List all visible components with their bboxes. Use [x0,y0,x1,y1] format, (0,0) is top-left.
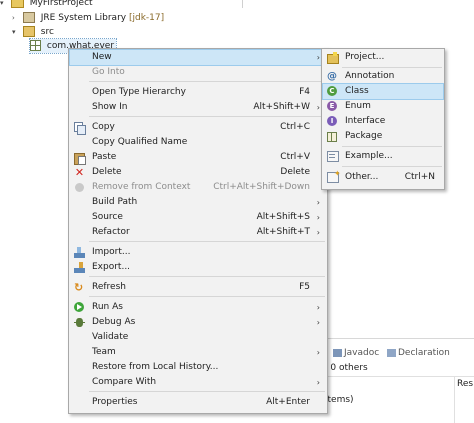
menu-item-show-in[interactable]: Show In Alt+Shift+W › [70,100,326,115]
menu-item-refresh[interactable]: ↻ Refresh F5 [70,280,326,295]
refresh-icon: ↻ [74,281,84,294]
menu-separator [89,276,325,277]
submenu-item-class[interactable]: C Class [322,83,444,100]
copy-icon [74,122,86,135]
collapse-arrow-icon[interactable]: ▾ [12,25,20,39]
src-label: src [40,27,54,37]
project-folder-icon [10,0,24,8]
source-folder-icon [22,26,35,37]
new-submenu: Project... @ Annotation C Class E Enum I… [321,48,445,190]
expand-arrow-icon[interactable]: › [12,11,20,25]
menu-separator [89,241,325,242]
interface-icon: I [327,116,337,126]
export-icon [74,262,85,273]
submenu-arrow-icon: › [316,318,320,327]
tree-item-jre[interactable]: › JRE System Library [jdk-17] [12,11,164,25]
jre-version: [jdk-17] [128,13,165,23]
menu-item-import[interactable]: Import... [70,245,326,260]
javadoc-tab[interactable]: Javadoc [333,348,379,358]
debug-icon [74,317,85,328]
submenu-item-annotation[interactable]: @ Annotation [323,69,443,84]
menu-item-run-as[interactable]: Run As › [70,300,326,315]
menu-separator [342,67,442,68]
menu-item-copy-qualified-name[interactable]: Copy Qualified Name [70,135,326,150]
submenu-arrow-icon: › [316,103,320,112]
menu-item-properties[interactable]: Properties Alt+Enter [70,395,326,410]
menu-item-debug-as[interactable]: Debug As › [70,315,326,330]
column-divider [454,377,455,423]
new-project-icon [327,52,339,64]
submenu-arrow-icon: › [316,348,320,357]
menu-item-copy[interactable]: Copy Ctrl+C [70,120,326,135]
library-icon [22,12,35,23]
menu-item-source[interactable]: Source Alt+Shift+S › [70,210,326,225]
menu-separator [89,391,325,392]
paste-icon [74,152,86,165]
submenu-item-example[interactable]: Example... [323,149,443,164]
menu-separator [89,116,325,117]
annotation-icon: @ [327,71,337,82]
submenu-arrow-icon: › [316,303,320,312]
declaration-icon [387,348,396,357]
submenu-item-project[interactable]: Project... [323,50,443,65]
submenu-arrow-icon: › [316,198,320,207]
package-icon [30,40,41,51]
menu-item-remove-from-context[interactable]: Remove from Context Ctrl+Alt+Shift+Down [70,180,326,195]
javadoc-icon [333,348,342,357]
menu-item-new[interactable]: New › [69,49,327,66]
menu-item-build-path[interactable]: Build Path › [70,195,326,210]
enum-icon: E [327,101,337,111]
submenu-arrow-icon: › [316,213,320,222]
items-text: items) [325,395,354,405]
submenu-arrow-icon: › [316,228,320,237]
menu-separator [342,166,442,167]
declaration-tab[interactable]: Declaration [387,348,450,358]
menu-separator [89,296,325,297]
package-icon [327,132,337,142]
tree-item-src[interactable]: ▾ src [12,25,54,39]
new-wizard-icon: ✦ [327,170,341,183]
menu-item-validate[interactable]: Validate [70,330,326,345]
class-icon: C [327,86,337,96]
delete-icon: ✕ [74,166,85,179]
submenu-arrow-icon: › [316,378,320,387]
menu-separator [89,81,325,82]
menu-item-team[interactable]: Team › [70,345,326,360]
menu-item-delete[interactable]: ✕ Delete Delete [70,165,326,180]
tree-item-project[interactable]: ▾ MyFirstProject [0,0,93,10]
menu-separator [342,146,442,147]
remove-context-icon [75,183,84,192]
example-icon [327,151,339,162]
column-header-res[interactable]: Res [457,379,473,389]
import-icon [74,247,85,258]
menu-item-go-into[interactable]: Go Into [70,65,326,80]
menu-item-export[interactable]: Export... [70,260,326,275]
view-divider [242,0,243,8]
submenu-item-enum[interactable]: E Enum [323,99,443,114]
submenu-item-package[interactable]: Package [323,129,443,144]
menu-item-open-type-hierarchy[interactable]: Open Type Hierarchy F4 [70,85,326,100]
submenu-item-interface[interactable]: I Interface [323,114,443,129]
run-icon [74,302,84,312]
bottom-view-panel: | Javadoc Declaration s, 0 others Res it… [320,338,474,423]
menu-item-paste[interactable]: Paste Ctrl+V [70,150,326,165]
table-header-line [320,376,474,377]
menu-item-refactor[interactable]: Refactor Alt+Shift+T › [70,225,326,240]
submenu-arrow-icon: › [316,53,320,62]
context-menu: New › Go Into Open Type Hierarchy F4 Sho… [68,48,328,414]
jre-label: JRE System Library [40,13,127,23]
collapse-arrow-icon[interactable]: ▾ [0,0,8,10]
menu-item-restore-local-history[interactable]: Restore from Local History... [70,360,326,375]
menu-item-compare-with[interactable]: Compare With › [70,375,326,390]
submenu-item-other[interactable]: ✦ Other... Ctrl+N [323,170,443,185]
project-label: MyFirstProject [29,0,93,8]
